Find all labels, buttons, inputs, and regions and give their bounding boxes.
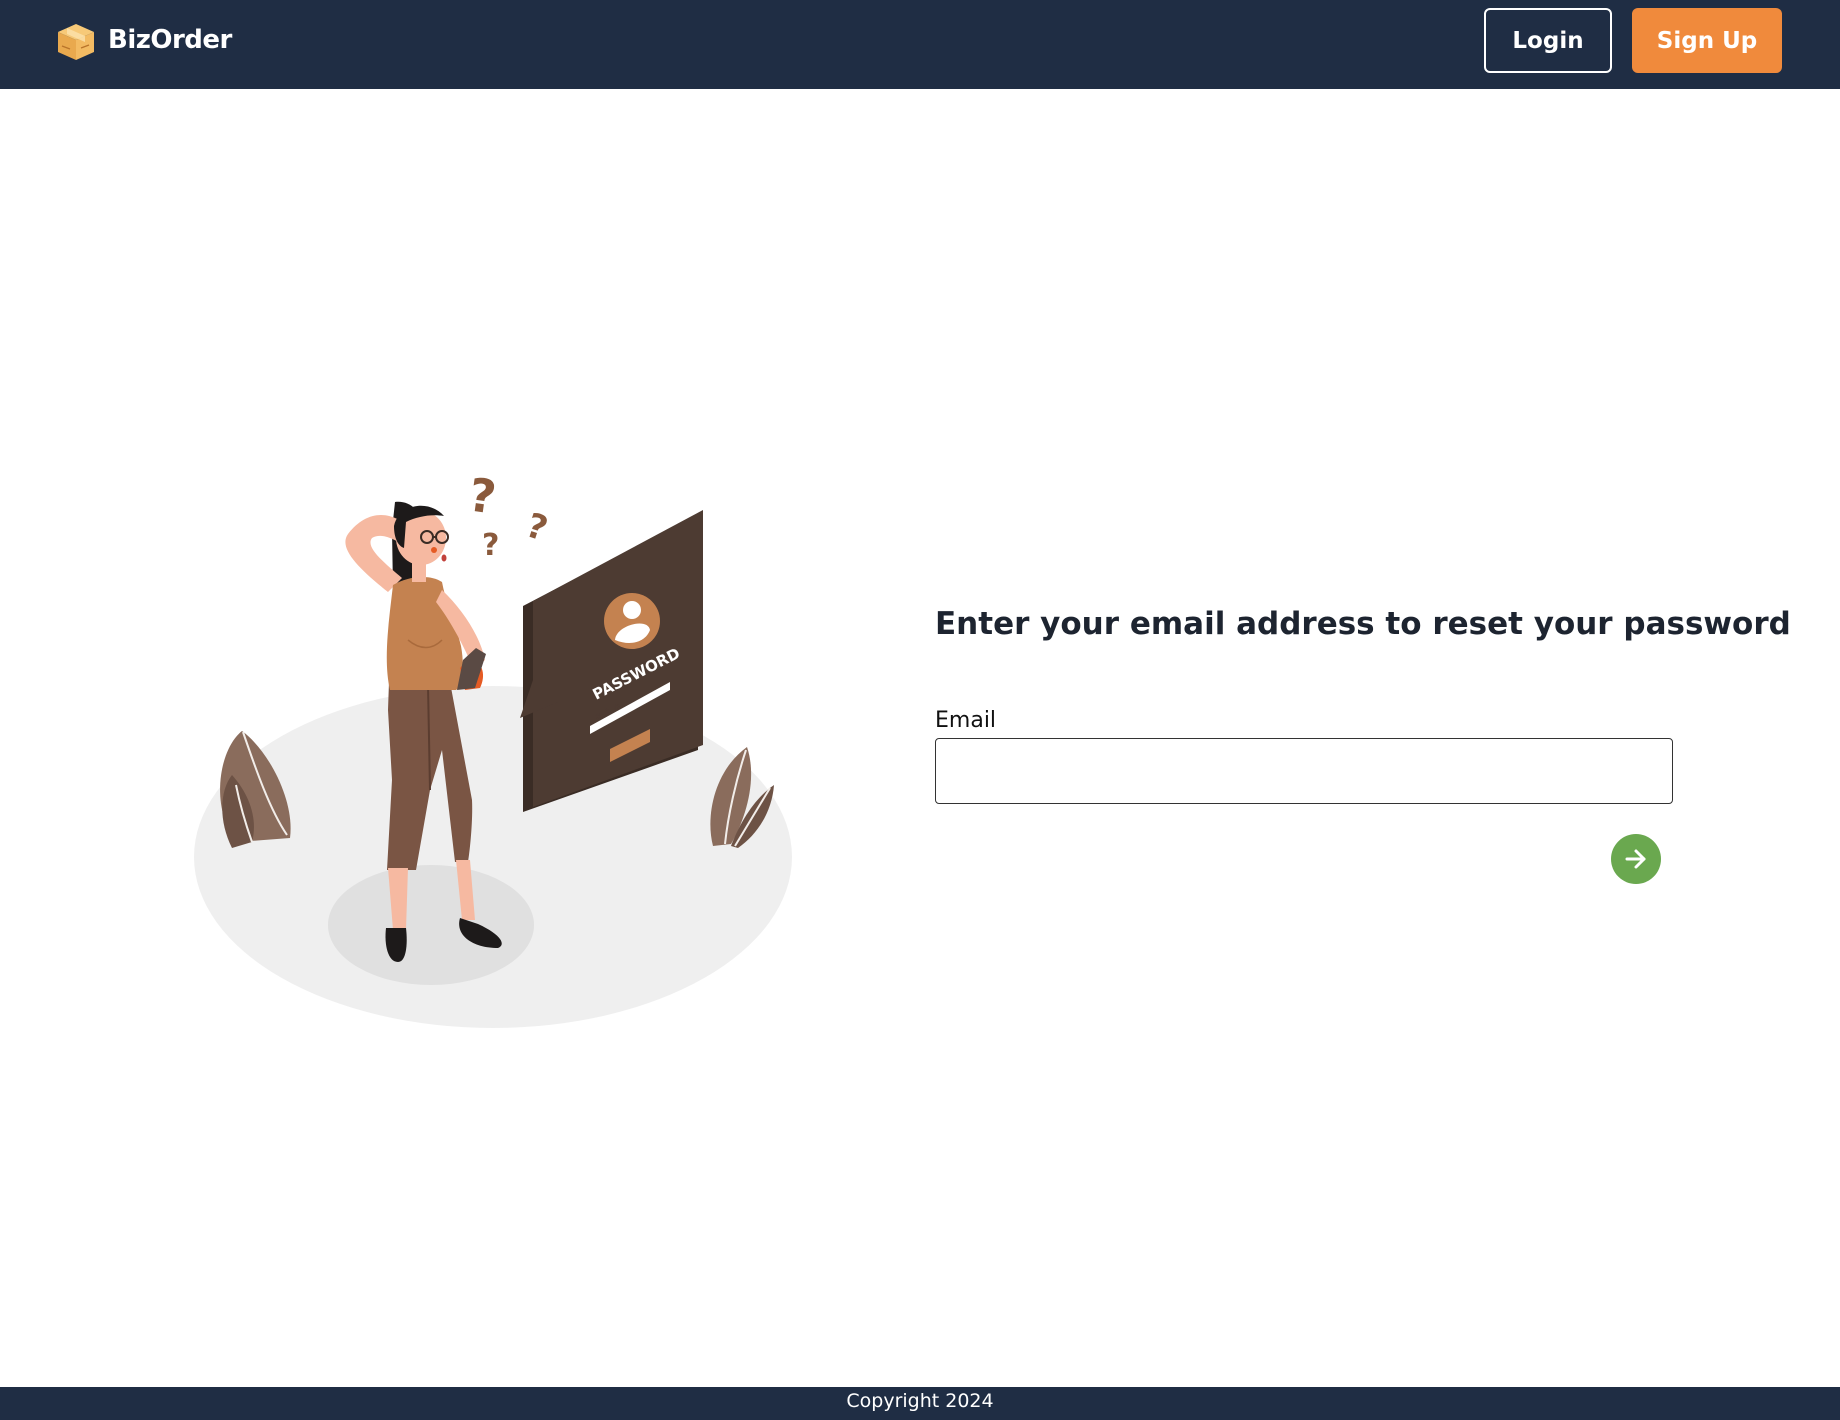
floor-shadow xyxy=(328,865,534,985)
footer: Copyright 2024 xyxy=(0,1387,1840,1420)
submit-button[interactable] xyxy=(1611,834,1661,884)
question-mark-icon: ? xyxy=(465,467,499,524)
brand-name: BizOrder xyxy=(108,25,232,55)
question-mark-icon: ? xyxy=(521,506,552,550)
box-icon xyxy=(58,24,94,60)
email-field[interactable] xyxy=(935,738,1673,804)
arrow-right-icon xyxy=(1625,849,1646,869)
email-label: Email xyxy=(935,708,997,733)
question-marks: ? ? ? xyxy=(465,467,552,563)
signup-button[interactable]: Sign Up xyxy=(1632,8,1782,73)
reset-password-title: Enter your email address to reset your p… xyxy=(935,606,1791,642)
brand[interactable]: BizOrder xyxy=(54,18,232,62)
login-button[interactable]: Login xyxy=(1484,8,1612,73)
question-mark-icon: ? xyxy=(482,528,499,563)
navbar: BizOrder Login Sign Up xyxy=(0,0,1840,89)
forgot-password-illustration: PASSWORD * * * ? ? ? xyxy=(194,467,792,1028)
copyright-text: Copyright 2024 xyxy=(846,1390,994,1412)
